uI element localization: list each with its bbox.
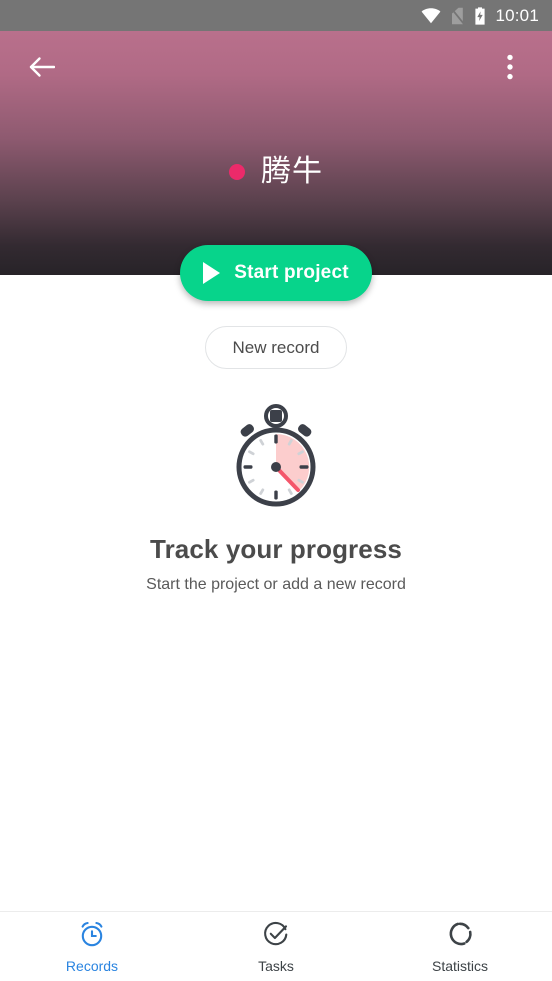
check-circle-icon bbox=[262, 920, 290, 953]
back-button[interactable] bbox=[18, 43, 66, 91]
project-color-dot bbox=[229, 164, 245, 180]
nav-item-statistics[interactable]: Statistics bbox=[368, 912, 552, 981]
overflow-menu-button[interactable] bbox=[486, 43, 534, 91]
sim-off-icon bbox=[450, 7, 465, 25]
empty-state-title: Track your progress bbox=[150, 534, 402, 564]
page-title: 腾牛 bbox=[261, 155, 323, 188]
nav-item-records[interactable]: Records bbox=[0, 912, 184, 981]
project-header: 腾牛 bbox=[0, 31, 552, 275]
nav-item-tasks[interactable]: Tasks bbox=[184, 912, 368, 981]
start-project-label: Start project bbox=[234, 262, 349, 283]
empty-state-subtitle: Start the project or add a new record bbox=[146, 576, 406, 593]
donut-chart-icon bbox=[446, 920, 474, 953]
status-time: 10:01 bbox=[495, 5, 539, 25]
play-icon bbox=[203, 262, 221, 284]
bottom-navigation: Records Tasks Statistics bbox=[0, 911, 552, 981]
nav-label-tasks: Tasks bbox=[258, 958, 294, 974]
empty-state: Track your progress Start the project or… bbox=[0, 404, 552, 594]
nav-label-records: Records bbox=[65, 958, 119, 974]
alarm-clock-icon bbox=[78, 920, 106, 953]
project-title-row: 腾牛 bbox=[0, 157, 552, 187]
stopwatch-illustration bbox=[224, 404, 328, 510]
battery-charging-icon bbox=[474, 6, 486, 25]
app-screen: 10:01 腾牛 Start project New record Track … bbox=[0, 0, 552, 981]
nav-label-statistics: Statistics bbox=[431, 958, 488, 974]
start-project-button[interactable]: Start project bbox=[180, 245, 372, 301]
wifi-icon bbox=[421, 7, 441, 24]
new-record-button[interactable]: New record bbox=[205, 326, 347, 369]
new-record-label: New record bbox=[232, 337, 320, 357]
status-bar: 10:01 bbox=[0, 0, 552, 31]
app-bar bbox=[0, 31, 552, 103]
